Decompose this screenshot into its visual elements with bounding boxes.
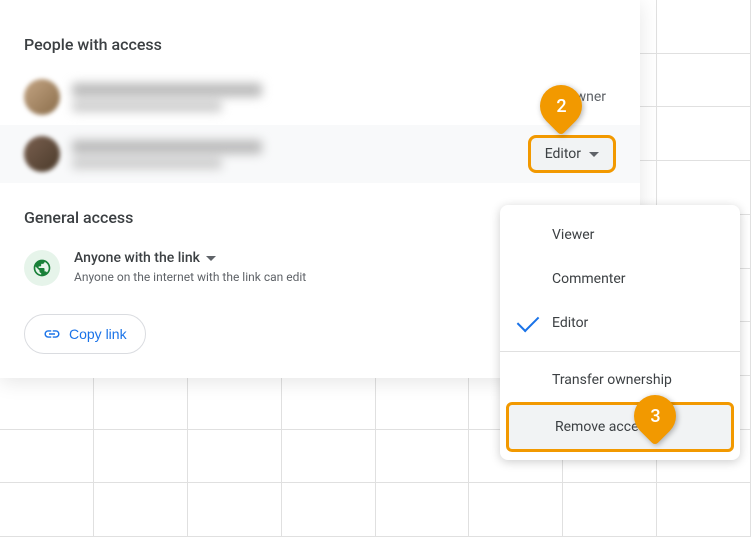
- menu-item-remove-access[interactable]: Remove access: [506, 402, 734, 452]
- avatar: [24, 136, 60, 172]
- menu-item-transfer-ownership[interactable]: Transfer ownership: [500, 358, 740, 402]
- link-icon: [43, 325, 61, 343]
- link-access-label: Anyone with the link: [74, 250, 200, 266]
- menu-item-commenter[interactable]: Commenter: [500, 257, 740, 301]
- menu-item-viewer[interactable]: Viewer: [500, 213, 740, 257]
- menu-item-editor[interactable]: Editor: [500, 301, 740, 345]
- copy-link-label: Copy link: [69, 326, 127, 342]
- copy-link-button[interactable]: Copy link: [24, 314, 146, 354]
- role-dropdown-button[interactable]: Editor: [528, 135, 616, 173]
- role-dropdown-menu: Viewer Commenter Editor Transfer ownersh…: [500, 205, 740, 460]
- person-row-editor: Editor: [0, 125, 640, 183]
- link-access-dropdown[interactable]: Anyone with the link: [74, 250, 306, 266]
- chevron-down-icon: [206, 256, 216, 261]
- avatar: [24, 79, 60, 115]
- person-info-blurred: [72, 140, 528, 169]
- chevron-down-icon: [589, 152, 599, 157]
- menu-divider: [500, 351, 740, 352]
- link-access-description: Anyone on the internet with the link can…: [74, 270, 306, 284]
- people-with-access-title: People with access: [24, 35, 616, 54]
- globe-icon: [24, 250, 60, 286]
- role-dropdown-label: Editor: [545, 146, 581, 162]
- person-info-blurred: [72, 83, 566, 112]
